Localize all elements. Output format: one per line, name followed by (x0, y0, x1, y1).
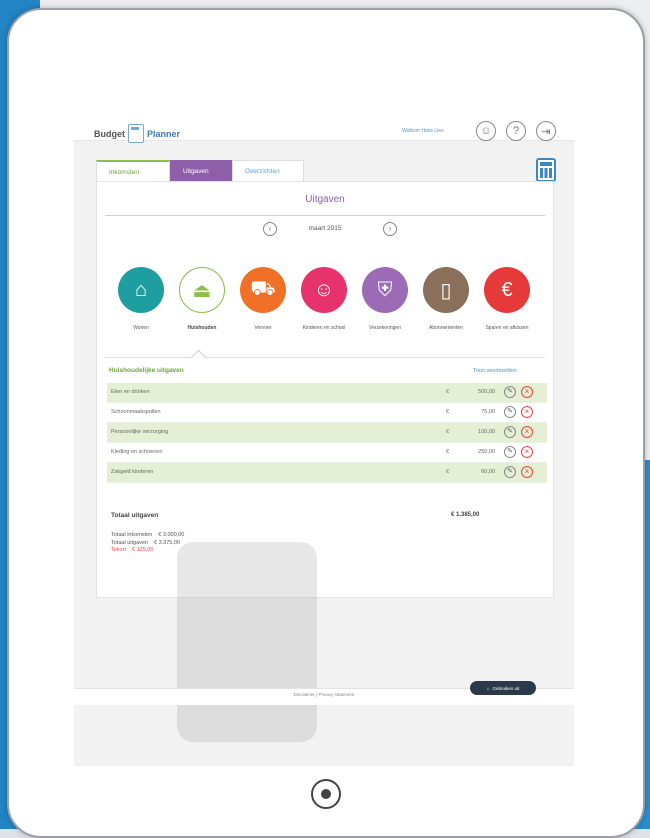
footer-button-label: Gebruiken uit (492, 685, 520, 691)
income-summary: Totaal inkomsten € 3.000,00 (111, 532, 184, 540)
edit-icon[interactable]: ✎ (504, 406, 516, 418)
category-label: Abonnementen (429, 325, 463, 331)
category-label: Wonen (133, 325, 149, 331)
category-label: Sparen en aflossen (485, 325, 529, 331)
main-tabs: Inkomsten Uitgaven Overzichten (96, 160, 304, 182)
row-currency: € (446, 409, 450, 415)
edit-icon[interactable]: ✎ (504, 446, 516, 458)
delete-icon[interactable]: × (521, 386, 533, 398)
divider (105, 215, 545, 216)
row-name: Zakgeld kinderen (111, 469, 154, 475)
row-currency: € (446, 449, 450, 455)
table-row: Zakgeld kinderen € 60,00 ✎ × (107, 463, 547, 483)
category-wonen[interactable]: ⌂ Wonen (111, 267, 171, 332)
income-value: € 3.000,00 (158, 532, 185, 538)
footer-button[interactable]: ⌂ Gebruiken uit (470, 681, 536, 695)
show-examples-link[interactable]: Toon voorbeelden (473, 368, 517, 374)
tab-overzichten[interactable]: Overzichten (232, 160, 304, 182)
tab-uitgaven[interactable]: Uitgaven (170, 160, 232, 182)
edit-icon[interactable]: ✎ (504, 386, 516, 398)
category-sparen[interactable]: € Sparen en aflossen (477, 267, 537, 332)
delete-icon[interactable]: × (521, 426, 533, 438)
category-label: Vervoer (254, 325, 272, 331)
row-amount[interactable]: 75,00 (463, 409, 495, 415)
home-icon: ⌂ (486, 685, 490, 691)
row-name: Schoonmaakspullen (111, 409, 161, 415)
category-label: Kinderen en school (302, 325, 346, 331)
edit-icon[interactable]: ✎ (504, 466, 516, 478)
row-name: Persoonlijke verzorging (111, 429, 169, 435)
row-name: Eten en drinken (111, 389, 150, 395)
delete-icon[interactable]: × (521, 446, 533, 458)
category-kinderen[interactable]: ☺ Kinderen en school (294, 267, 354, 332)
summary-block: Totaal inkomsten € 3.000,00 Totaal uitgav… (111, 532, 184, 555)
tablet-home-button[interactable] (311, 779, 341, 809)
app-header: Budget Planner Welkom Hans Lies ☺ ? ⇥ (74, 80, 574, 143)
month-label: maart 2015 (308, 225, 342, 232)
calculator-logo-icon (128, 124, 144, 143)
car-icon: ⛟ (240, 267, 286, 313)
iron-icon: ⏏ (179, 267, 225, 313)
row-amount[interactable]: 100,00 (463, 429, 495, 435)
help-icon[interactable]: ? (506, 121, 526, 141)
divider (105, 357, 545, 358)
logout-icon[interactable]: ⇥ (536, 121, 556, 141)
edit-icon[interactable]: ✎ (504, 426, 516, 438)
section-title: Uitgaven (305, 194, 345, 205)
row-amount[interactable]: 60,00 (463, 469, 495, 475)
delete-icon[interactable]: × (521, 466, 533, 478)
category-label: Huishouden (187, 325, 217, 331)
card-icon: ▯ (423, 267, 469, 313)
expense-value: € 3.375,00 (154, 539, 180, 546)
table-row: Kleding en schoenen € 250,00 ✎ × (107, 443, 547, 463)
category-vervoer[interactable]: ⛟ Vervoer (233, 267, 293, 332)
category-huishouden[interactable]: ⏏ Huishouden (172, 267, 232, 332)
row-name: Kleding en schoenen (111, 449, 163, 455)
total-amount: € 1.385,00 (451, 512, 480, 518)
expenses-panel: Uitgaven ‹ maart 2015 › ⌂ Wonen ⏏ Huisho… (96, 181, 554, 742)
table-row: Persoonlijke verzorging € 100,00 ✎ × (107, 423, 547, 443)
logo-text-budget: Budget (94, 128, 125, 139)
balance-value: € 125,00 (131, 547, 154, 553)
row-amount[interactable]: 500,00 (463, 389, 495, 395)
balance-summary: Tekort € 125,00 (111, 547, 184, 555)
category-verzekeringen[interactable]: ⛨ Verzekeringen (355, 267, 415, 332)
expense-summary: Totaal uitgaven € 3.375,00 (111, 540, 184, 548)
expense-list: Eten en drinken € 500,00 ✎ × Schoonmaaks… (107, 383, 547, 483)
next-month-icon[interactable]: › (383, 222, 397, 236)
income-label: Totaal inkomsten (111, 532, 153, 538)
calculator-watermark (177, 542, 317, 742)
category-abonnementen[interactable]: ▯ Abonnementen (416, 267, 476, 332)
total-label: Totaal uitgaven (111, 512, 159, 519)
tab-inkomsten[interactable]: Inkomsten (96, 160, 170, 182)
row-currency: € (446, 429, 450, 435)
row-currency: € (446, 389, 450, 395)
table-row: Schoonmaakspullen € 75,00 ✎ × (107, 403, 547, 423)
calculator-icon[interactable] (536, 158, 556, 182)
user-icon[interactable]: ☺ (476, 121, 496, 141)
delete-icon[interactable]: × (521, 406, 533, 418)
logo-text-planner: Planner (147, 128, 181, 139)
euro-icon: € (484, 267, 530, 313)
list-title: Huishoudelijke uitgaven (109, 367, 184, 374)
pig-icon: ☺ (301, 267, 347, 313)
house-icon: ⌂ (118, 267, 164, 313)
app-screen: Budget Planner Welkom Hans Lies ☺ ? ⇥ In… (74, 80, 574, 766)
category-row: ⌂ Wonen ⏏ Huishouden ⛟ Vervoer ☺ Kindere… (111, 267, 551, 357)
category-label: Verzekeringen (369, 325, 401, 331)
row-amount[interactable]: 250,00 (463, 449, 495, 455)
user-link[interactable]: Welkom Hans Lies (402, 128, 444, 134)
logo[interactable]: Budget Planner (94, 124, 180, 143)
balance-label: Tekort (111, 547, 126, 553)
table-row: Eten en drinken € 500,00 ✎ × (107, 383, 547, 403)
row-currency: € (446, 469, 450, 475)
expense-label: Totaal uitgaven (111, 539, 148, 546)
shield-icon: ⛨ (362, 267, 408, 313)
